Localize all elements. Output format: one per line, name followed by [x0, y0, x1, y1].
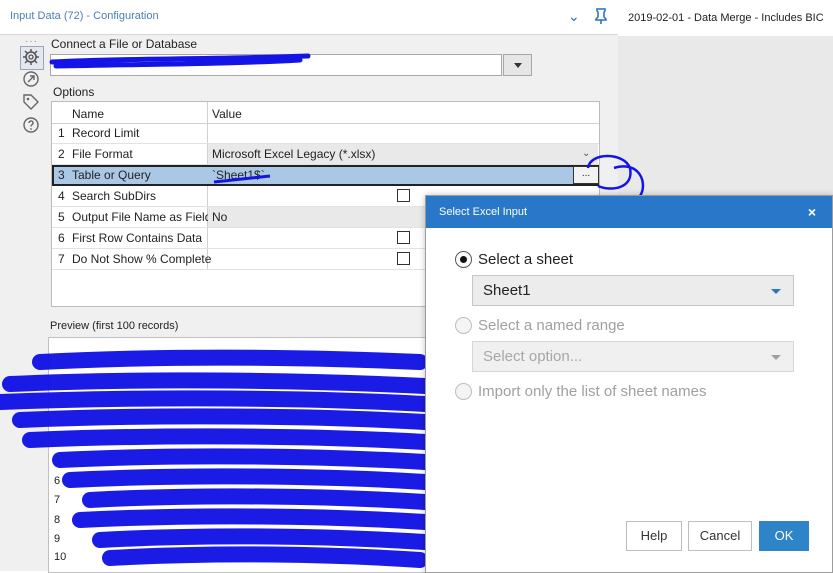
- column-header-name: Name: [72, 107, 105, 121]
- dialog-titlebar: Select Excel Input ×: [426, 196, 832, 228]
- no-percent-checkbox[interactable]: [397, 252, 410, 265]
- preview-row-number: 9: [54, 533, 61, 545]
- ok-button[interactable]: OK: [759, 521, 809, 551]
- gear-icon[interactable]: [21, 47, 41, 67]
- option-name: Output File Name as Field: [72, 210, 212, 224]
- option-value[interactable]: `Sheet1$`: [212, 168, 265, 182]
- pin-icon[interactable]: [594, 8, 608, 27]
- panel-title: Input Data (72) - Configuration: [10, 10, 159, 22]
- sheet-select[interactable]: Sheet1: [472, 275, 794, 306]
- preview-row-number: 10: [54, 551, 67, 563]
- search-subdirs-checkbox[interactable]: [397, 189, 410, 202]
- connect-label: Connect a File or Database: [51, 37, 198, 51]
- connection-input[interactable]: [50, 54, 502, 76]
- select-sheet-label[interactable]: Select a sheet: [478, 251, 573, 268]
- row-number: 5: [58, 210, 65, 224]
- row-number: 1: [58, 126, 65, 140]
- tag-icon[interactable]: [21, 92, 41, 112]
- panel-header: Input Data (72) - Configuration ⌄: [0, 0, 618, 35]
- help-icon[interactable]: [21, 115, 41, 135]
- cancel-button[interactable]: Cancel: [688, 521, 752, 551]
- option-value: Microsoft Excel Legacy (*.xlsx): [212, 147, 376, 161]
- row-number: 2: [58, 147, 65, 161]
- close-icon[interactable]: ×: [802, 203, 822, 221]
- sheet-names-label[interactable]: Import only the list of sheet names: [478, 383, 706, 400]
- preview-row-number: 7: [54, 494, 61, 506]
- sheet-select-value: Sheet1: [483, 282, 531, 299]
- preview-row-number: 5: [54, 456, 61, 468]
- select-excel-input-dialog: Select Excel Input × Select a sheet Shee…: [425, 195, 833, 573]
- named-range-radio[interactable]: [455, 317, 472, 334]
- option-name: Table or Query: [72, 168, 151, 182]
- arrow-circle-icon[interactable]: [21, 69, 41, 89]
- preview-row-number: 6: [54, 475, 61, 487]
- options-label: Options: [53, 85, 95, 99]
- grid-header: Name Value: [52, 102, 599, 124]
- option-row-table-or-query[interactable]: 3 Table or Query `Sheet1$` ...: [52, 165, 599, 186]
- named-range-label[interactable]: Select a named range: [478, 317, 625, 334]
- select-sheet-radio[interactable]: [455, 251, 472, 268]
- option-name: First Row Contains Data: [72, 231, 203, 245]
- sheet-names-radio[interactable]: [455, 383, 472, 400]
- row-number: 6: [58, 231, 65, 245]
- option-value: No: [212, 210, 228, 224]
- canvas-background: [618, 36, 833, 196]
- chevron-down-icon[interactable]: ⌄: [582, 148, 590, 159]
- column-header-value: Value: [212, 107, 242, 121]
- option-name: Record Limit: [72, 126, 140, 140]
- preview-row-number: 8: [54, 514, 61, 526]
- option-name: Search SubDirs: [72, 189, 157, 203]
- option-name: File Format: [72, 147, 133, 161]
- connection-dropdown-button[interactable]: [503, 54, 532, 76]
- option-row-file-format[interactable]: 2 File Format Microsoft Excel Legacy (*.…: [52, 144, 599, 165]
- dropdown-arrow-icon: [771, 355, 781, 360]
- named-range-select[interactable]: Select option...: [472, 341, 794, 372]
- help-button[interactable]: Help: [626, 521, 682, 551]
- option-row-record-limit[interactable]: 1 Record Limit: [52, 123, 599, 144]
- named-range-placeholder: Select option...: [483, 348, 583, 365]
- dropdown-arrow-icon: [771, 289, 781, 294]
- row-number: 4: [58, 189, 65, 203]
- dialog-title: Select Excel Input: [439, 206, 528, 218]
- chevron-down-icon[interactable]: ⌄: [568, 8, 580, 24]
- workflow-tab[interactable]: 2019-02-01 - Data Merge - Includes BIC: [618, 0, 833, 37]
- workflow-tab-title: 2019-02-01 - Data Merge - Includes BIC: [628, 12, 824, 24]
- row-number: 3: [58, 168, 65, 182]
- preview-label: Preview (first 100 records): [50, 320, 179, 332]
- preview-grid[interactable]: 5 6 7 8 9 10: [48, 337, 428, 573]
- side-rail: ···: [16, 34, 46, 571]
- browse-table-button[interactable]: ...: [573, 166, 599, 184]
- row-number: 7: [58, 252, 65, 266]
- first-row-data-checkbox[interactable]: [397, 231, 410, 244]
- option-name: Do Not Show % Complete: [72, 252, 212, 266]
